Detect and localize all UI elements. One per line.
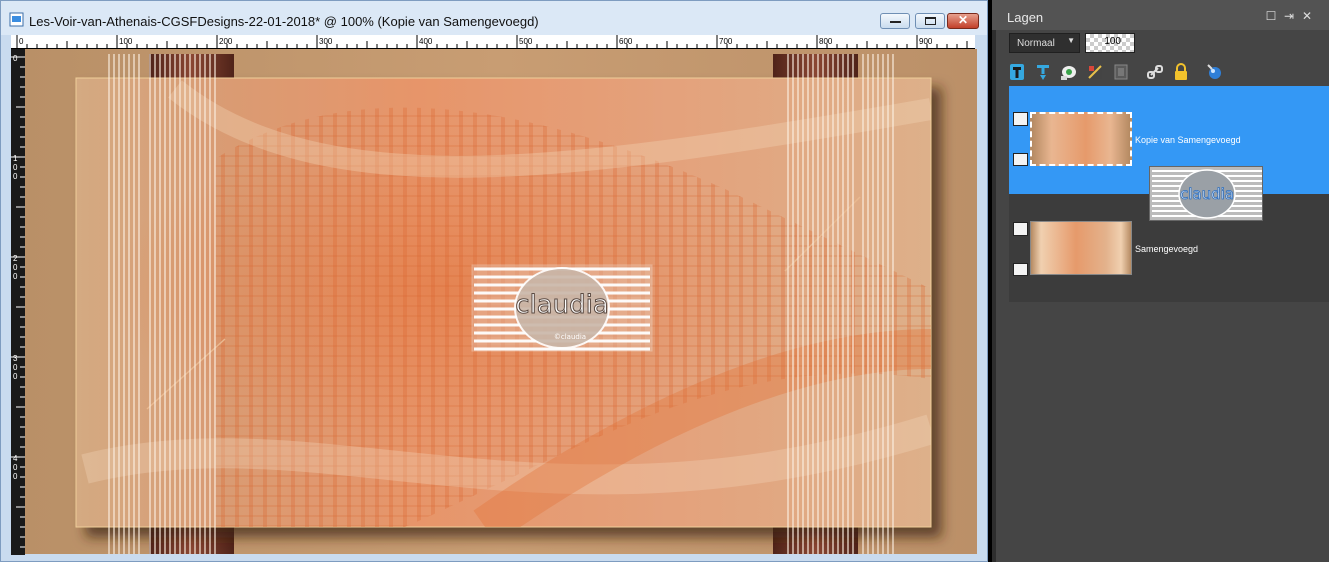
ruler-h-label: 500	[519, 37, 533, 46]
layer-thumbnail	[1030, 112, 1132, 166]
maximize-button[interactable]	[915, 13, 945, 29]
palette-title: Lagen	[1007, 10, 1044, 25]
ruler-v-label: 2	[13, 254, 18, 263]
raster-layer-icon	[1013, 222, 1028, 236]
window-title: Les-Voir-van-Athenais-CGSFDesigns-22-01-…	[29, 14, 539, 29]
chevron-down-icon: ▼	[1067, 36, 1075, 45]
ruler-h-label: 400	[419, 37, 433, 46]
close-icon[interactable]: ✕	[1300, 9, 1314, 23]
layer-name: Kopie van Samengevoegd	[1135, 135, 1241, 145]
window-titlebar[interactable]: Les-Voir-van-Athenais-CGSFDesigns-22-01-…	[1, 1, 987, 35]
opacity-value: 100	[1104, 36, 1121, 47]
lock-icon[interactable]	[1171, 62, 1191, 82]
minimize-icon	[890, 21, 901, 23]
close-icon: ✕	[957, 13, 969, 27]
palette-divider[interactable]	[992, 0, 996, 562]
vertical-ruler[interactable]: 0100200300400	[11, 49, 25, 555]
ruler-h-label: 200	[219, 37, 233, 46]
link-icon[interactable]	[1145, 62, 1165, 82]
dragged-watermark-preview: claudia	[1149, 166, 1263, 221]
layers-palette: Lagen ☐ ⇥ ✕ Normaal ▼ 100 Kopie van Same…	[992, 0, 1329, 562]
ruler-v-label: 0	[13, 372, 18, 381]
maximize-icon	[925, 17, 936, 25]
ruler-v-label: 0	[13, 363, 18, 372]
mask-icon[interactable]	[1059, 62, 1079, 82]
ruler-h-label: 800	[819, 37, 833, 46]
close-button[interactable]: ✕	[947, 13, 979, 29]
ruler-h-label: 100	[119, 37, 133, 46]
claudia-watermark: claudia ©claudia	[471, 264, 653, 352]
ruler-v-label: 3	[13, 354, 18, 363]
delete-icon[interactable]	[1205, 62, 1225, 82]
layer-thumbnail	[1030, 221, 1132, 275]
adjustment-layer-icon[interactable]	[1085, 62, 1105, 82]
blend-mode-value: Normaal	[1017, 38, 1055, 49]
watermark-text: claudia	[515, 290, 609, 320]
opacity-field[interactable]: 100	[1085, 33, 1135, 53]
ruler-h-label: 0	[19, 37, 24, 46]
raster-layer-icon	[1013, 112, 1028, 126]
ruler-v-label: 0	[13, 463, 18, 472]
visibility-eye-icon[interactable]	[1013, 263, 1028, 276]
layer-name: Samengevoegd	[1135, 244, 1199, 254]
palette-empty-area	[1009, 302, 1329, 562]
visibility-eye-icon[interactable]	[1013, 153, 1028, 166]
ruler-h-label: 600	[619, 37, 633, 46]
ruler-v-label: 0	[13, 172, 18, 181]
horizontal-ruler[interactable]: 0 100 200 300 400 500 600 700 800 900	[11, 35, 975, 49]
image-canvas[interactable]: claudia ©claudia	[25, 49, 977, 554]
ruler-h-label: 700	[719, 37, 733, 46]
ruler-h-label: 900	[919, 37, 933, 46]
ruler-v-label: 0	[13, 272, 18, 281]
layer-properties-icon[interactable]	[1111, 62, 1131, 82]
image-window: Les-Voir-van-Athenais-CGSFDesigns-22-01-…	[0, 0, 988, 562]
minimize-button[interactable]	[880, 13, 910, 29]
ruler-v-label: 4	[13, 454, 18, 463]
ruler-v-label: 0	[13, 54, 18, 63]
layers-toolbar	[1004, 62, 1324, 84]
ruler-v-label: 0	[13, 472, 18, 481]
ruler-v-label: 0	[13, 163, 18, 172]
new-vector-layer-icon[interactable]	[1033, 62, 1053, 82]
watermark-subtext: ©claudia	[554, 333, 586, 341]
ruler-v-label: 0	[13, 263, 18, 272]
blend-mode-select[interactable]: Normaal ▼	[1009, 33, 1080, 53]
ruler-v-label: 1	[13, 154, 18, 163]
new-raster-layer-icon[interactable]	[1007, 62, 1027, 82]
pin-icon[interactable]: ⇥	[1282, 9, 1296, 23]
palette-header: Lagen ☐ ⇥ ✕	[992, 0, 1329, 30]
ruler-h-label: 300	[319, 37, 333, 46]
dragged-watermark-text: claudia	[1180, 185, 1234, 203]
document-icon	[9, 12, 24, 27]
restore-icon[interactable]: ☐	[1264, 9, 1278, 23]
